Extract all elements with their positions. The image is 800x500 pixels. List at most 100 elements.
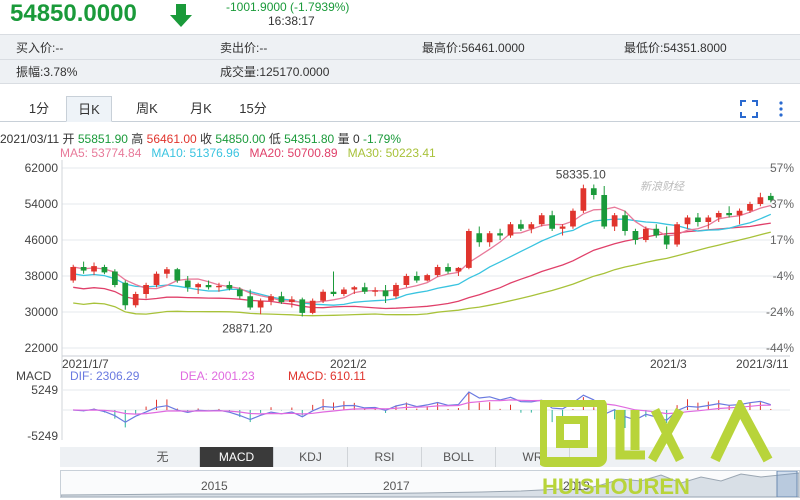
dif-label: DIF: 2306.29 [70, 369, 140, 383]
candle-body [372, 290, 379, 292]
candle-body [518, 224, 524, 229]
watermark-text: HUISHOUREN [542, 474, 690, 499]
candle-body [663, 235, 670, 245]
candle-body [205, 285, 212, 288]
candle-body [580, 188, 587, 211]
kline-widget: 54850.0000 -1001.9000 (-1.7939%) 16:38:1… [0, 0, 800, 500]
candle-body [486, 233, 493, 243]
timeline-label-2015: 2015 [201, 479, 228, 493]
candle-body [684, 217, 691, 225]
low-annotation: 28871.20 [222, 322, 272, 336]
x-axis-label: 2021/3/11 [736, 357, 789, 371]
pct-tick-label: 57% [770, 161, 794, 175]
candle-body [674, 224, 680, 245]
candle-body [747, 204, 753, 211]
candle-body [153, 273, 160, 285]
indicator-rsi[interactable]: RSI [348, 447, 422, 467]
candle-body [226, 285, 233, 289]
candle-body [434, 267, 441, 276]
candle-body [570, 210, 576, 227]
candle-body [351, 287, 358, 290]
candle-body [101, 267, 108, 273]
y-tick-label: 62000 [25, 161, 59, 175]
candle-body [174, 269, 181, 281]
candle-body [403, 276, 410, 285]
y-tick-label: 46000 [25, 233, 59, 247]
candle-body [705, 217, 712, 222]
x-axis-label: 2021/3 [650, 357, 687, 371]
candle-body [455, 267, 462, 272]
candle-body [268, 296, 274, 301]
candle-body [299, 299, 306, 313]
candle-body [80, 267, 87, 271]
candle-body [549, 215, 556, 229]
pct-tick-label: 17% [770, 233, 794, 247]
timeline-label-2017: 2017 [383, 479, 410, 493]
candle-body [143, 285, 149, 294]
y-tick-label: 38000 [25, 269, 59, 283]
candle-body [361, 287, 368, 292]
indicator-macd[interactable]: MACD [200, 447, 274, 467]
indicator-kdj[interactable]: KDJ [274, 447, 348, 467]
candle-body [757, 197, 764, 204]
candle-body [278, 296, 285, 303]
candle-body [695, 217, 701, 222]
candle-body [622, 215, 628, 231]
candle-body [611, 215, 618, 227]
candle-body [247, 296, 254, 308]
candle-body [70, 267, 77, 281]
candle-body [195, 284, 202, 288]
huishouren-logo-watermark: HUISHOUREN [540, 400, 773, 499]
pct-tick-label: 37% [770, 197, 794, 211]
y-tick-label: 22000 [25, 341, 59, 355]
dea-label: DEA: 2001.23 [180, 369, 255, 383]
candle-body [424, 275, 431, 281]
candle-body [538, 215, 545, 225]
candle-body [642, 228, 649, 240]
candle-body [393, 285, 399, 297]
candle-body [309, 300, 316, 313]
candle-body [726, 213, 733, 216]
candle-body [236, 289, 243, 297]
candle-body [330, 291, 337, 294]
pct-tick-label: -24% [766, 305, 794, 319]
candle-body [445, 267, 451, 272]
macd-tick-bottom: -5249 [27, 429, 58, 443]
candle-body [559, 226, 566, 229]
macd-title: MACD [16, 369, 52, 383]
y-tick-label: 30000 [25, 305, 59, 319]
candle-body [590, 188, 597, 195]
kline-chart[interactable]: 62000 57% 54000 37% 46000 17% 38000 -4% 30000 -24… [0, 0, 800, 445]
candle-body [382, 290, 389, 297]
y-tick-label: 54000 [25, 197, 59, 211]
candle-body [257, 300, 264, 308]
candle-body [465, 231, 472, 268]
high-annotation: 58335.10 [556, 167, 606, 181]
candle-body [632, 231, 639, 240]
indicator-boll[interactable]: BOLL [422, 447, 496, 467]
candle-body [413, 276, 420, 281]
macd-tick-top: 5249 [31, 383, 58, 397]
indicator-none[interactable]: 无 [126, 447, 200, 467]
candle-body [91, 266, 97, 272]
candle-body [216, 285, 222, 288]
candle-body [736, 210, 743, 216]
candle-body [653, 228, 660, 236]
candle-body [476, 233, 483, 243]
ma5-line [73, 204, 771, 303]
candle-body [341, 289, 347, 294]
pct-tick-label: -44% [766, 341, 794, 355]
pct-tick-label: -4% [773, 269, 795, 283]
candle-body [528, 224, 535, 229]
candle-body [122, 282, 129, 306]
macd-value-label: MACD: 610.11 [288, 369, 366, 383]
candle-body [497, 233, 503, 236]
candle-body [601, 195, 608, 227]
candle-body [164, 269, 170, 274]
candle-body [184, 280, 191, 288]
candle-body [715, 213, 722, 218]
candle-body [111, 271, 118, 285]
ma10-line [73, 213, 772, 306]
sina-watermark: 新浪财经 [640, 181, 684, 193]
candle-body [320, 291, 326, 301]
